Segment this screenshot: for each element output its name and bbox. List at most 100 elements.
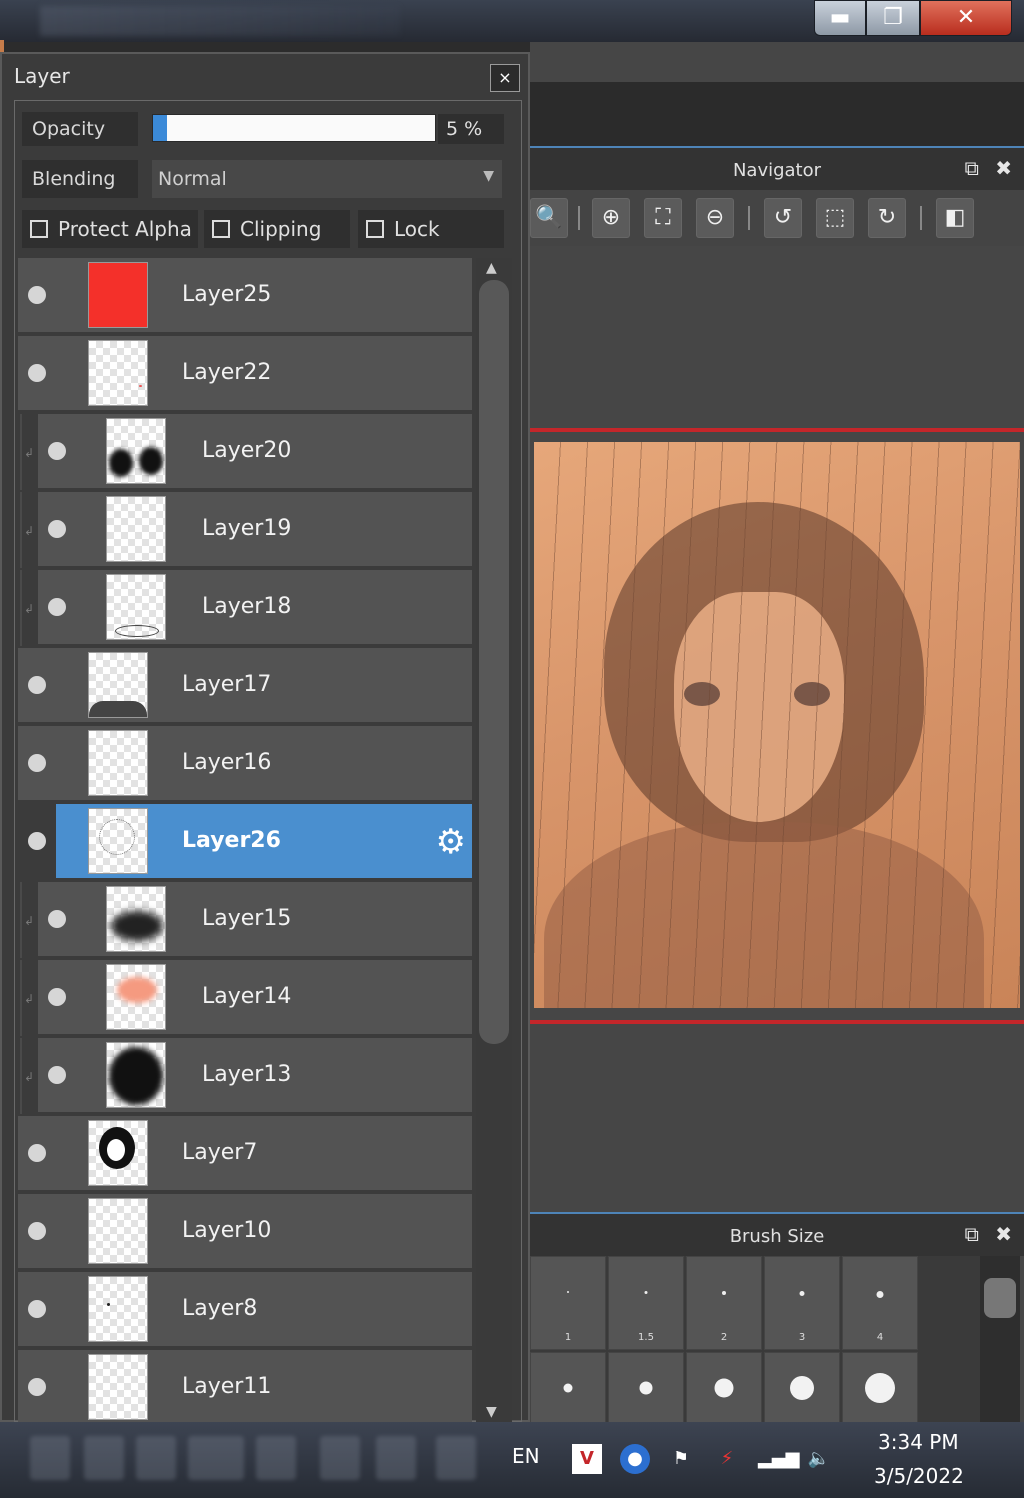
layer-name: Layer25 [182, 282, 272, 307]
layer-row[interactable]: Layer10 [18, 1194, 472, 1270]
layer-row[interactable]: Layer25 [18, 258, 472, 334]
visibility-toggle-icon[interactable] [48, 988, 66, 1006]
layer-row[interactable]: Layer11 [18, 1350, 472, 1422]
brush-size-scrollbar[interactable] [980, 1256, 1020, 1422]
layer-thumbnail [88, 262, 148, 328]
layer-row[interactable]: Layer18 [38, 570, 472, 646]
v-app-icon[interactable]: V [572, 1444, 602, 1474]
visibility-toggle-icon[interactable] [28, 832, 46, 850]
flip-horizontal-icon[interactable]: ◧ [936, 198, 974, 238]
layer-name: Layer17 [182, 672, 272, 697]
visibility-toggle-icon[interactable] [28, 1378, 46, 1396]
visibility-toggle-icon[interactable] [48, 442, 66, 460]
brush-size-title: Brush Size [729, 1226, 825, 1247]
clip-indicator: ↲ [20, 960, 34, 1036]
brush-size-option[interactable]: 4 [842, 1256, 918, 1350]
layer-name: Layer14 [202, 984, 292, 1009]
clipping-checkbox[interactable]: Clipping [204, 210, 350, 248]
layer-row[interactable]: Layer17 [18, 648, 472, 724]
clip-arrow-icon: ↲ [24, 446, 35, 460]
brush-size-option[interactable]: 1.5 [608, 1256, 684, 1350]
navigator-header: Navigator ⧉ ✖ [530, 146, 1024, 190]
brush-size-option[interactable] [530, 1352, 606, 1424]
layer-row[interactable]: Layer15 [38, 882, 472, 958]
scroll-up-icon[interactable]: ▲ [486, 260, 497, 276]
visibility-toggle-icon[interactable] [28, 676, 46, 694]
visibility-toggle-icon[interactable] [28, 754, 46, 772]
layer-name: Layer18 [202, 594, 292, 619]
power-icon[interactable]: ⚡ [712, 1444, 742, 1474]
layer-name: Layer7 [182, 1140, 258, 1165]
flag-icon[interactable]: ⚑ [666, 1444, 696, 1474]
maximize-button[interactable]: ❐ [866, 0, 920, 36]
brush-size-option[interactable]: 3 [764, 1256, 840, 1350]
rotate-left-icon[interactable]: ↺ [764, 198, 802, 238]
taskbar: EN V ● ⚑ ⚡ ▂▄▆ 🔈 3:34 PM 3/5/2022 [0, 1422, 1024, 1498]
layer-name: Layer19 [202, 516, 292, 541]
gear-icon[interactable]: ⚙ [436, 822, 466, 862]
fit-screen-icon[interactable]: ⛶ [644, 198, 682, 238]
zoom-out-icon[interactable]: ⊖ [696, 198, 734, 238]
layer-thumbnail [88, 340, 148, 406]
zoom-in-icon[interactable]: ⊕ [592, 198, 630, 238]
blending-value: Normal [158, 168, 227, 190]
scroll-down-icon[interactable]: ▼ [486, 1404, 497, 1420]
visibility-toggle-icon[interactable] [28, 286, 46, 304]
layer-row[interactable]: Layer7 [18, 1116, 472, 1192]
clock-date[interactable]: 3/5/2022 [874, 1464, 964, 1488]
clip-arrow-icon: ↲ [24, 992, 35, 1006]
checkbox-icon [30, 220, 48, 238]
opacity-slider[interactable] [152, 114, 436, 142]
visibility-toggle-icon[interactable] [28, 1222, 46, 1240]
brush-size-option[interactable]: 1 [530, 1256, 606, 1350]
network-icon[interactable]: ▂▄▆ [758, 1444, 800, 1474]
clip-arrow-icon: ↲ [24, 1070, 35, 1084]
layer-list-scrollbar[interactable]: ▲ ▼ [476, 258, 512, 1422]
brush-size-option[interactable] [842, 1352, 918, 1424]
brush-size-option[interactable]: 2 [686, 1256, 762, 1350]
close-window-button[interactable]: ✕ [920, 0, 1012, 36]
visibility-toggle-icon[interactable] [48, 1066, 66, 1084]
layer-row[interactable]: Layer19 [38, 492, 472, 568]
layer-row[interactable]: Layer22 [18, 336, 472, 412]
visibility-toggle-icon[interactable] [48, 598, 66, 616]
brush-size-option[interactable] [608, 1352, 684, 1424]
zoom-search-icon[interactable]: 🔍 [530, 198, 568, 238]
rotate-right-icon[interactable]: ↻ [868, 198, 906, 238]
close-icon[interactable]: ✖ [995, 156, 1012, 180]
opacity-fill [153, 115, 168, 141]
brush-size-option[interactable] [764, 1352, 840, 1424]
layer-thumbnail [88, 652, 148, 718]
minimize-button[interactable]: ▬ [814, 0, 866, 36]
volume-icon[interactable]: 🔈 [804, 1444, 834, 1474]
popout-icon[interactable]: ⧉ [965, 1222, 979, 1246]
scroll-thumb[interactable] [479, 280, 509, 1044]
sale-icon[interactable]: ● [620, 1444, 650, 1474]
layer-row[interactable]: Layer13 [38, 1038, 472, 1114]
visibility-toggle-icon[interactable] [48, 520, 66, 538]
reset-view-icon[interactable]: ⬚ [816, 198, 854, 238]
clip-indicator: ↲ [20, 414, 34, 490]
visibility-toggle-icon[interactable] [28, 364, 46, 382]
layer-row[interactable]: Layer26 ⚙ [28, 804, 472, 880]
layer-row[interactable]: Layer8 [18, 1272, 472, 1348]
canvas-preview[interactable] [534, 442, 1020, 1008]
protect-alpha-checkbox[interactable]: Protect Alpha [22, 210, 198, 248]
brush-size-option[interactable] [686, 1352, 762, 1424]
visibility-toggle-icon[interactable] [48, 910, 66, 928]
blending-select[interactable]: Normal ▼ [152, 160, 502, 198]
layer-thumbnail [106, 964, 166, 1030]
popout-icon[interactable]: ⧉ [965, 156, 979, 180]
visibility-toggle-icon[interactable] [28, 1144, 46, 1162]
navigator-toolbar: 🔍 ⊕ ⛶ ⊖ ↺ ⬚ ↻ ◧ [530, 190, 1024, 246]
close-panel-button[interactable]: × [490, 64, 520, 92]
chevron-down-icon: ▼ [483, 168, 494, 184]
visibility-toggle-icon[interactable] [28, 1300, 46, 1318]
close-icon[interactable]: ✖ [995, 1222, 1012, 1246]
layer-row[interactable]: Layer14 [38, 960, 472, 1036]
clock-time[interactable]: 3:34 PM [878, 1430, 959, 1454]
lock-checkbox[interactable]: Lock [358, 210, 504, 248]
language-indicator[interactable]: EN [512, 1444, 540, 1468]
layer-row[interactable]: Layer20 [38, 414, 472, 490]
layer-row[interactable]: Layer16 [18, 726, 472, 802]
